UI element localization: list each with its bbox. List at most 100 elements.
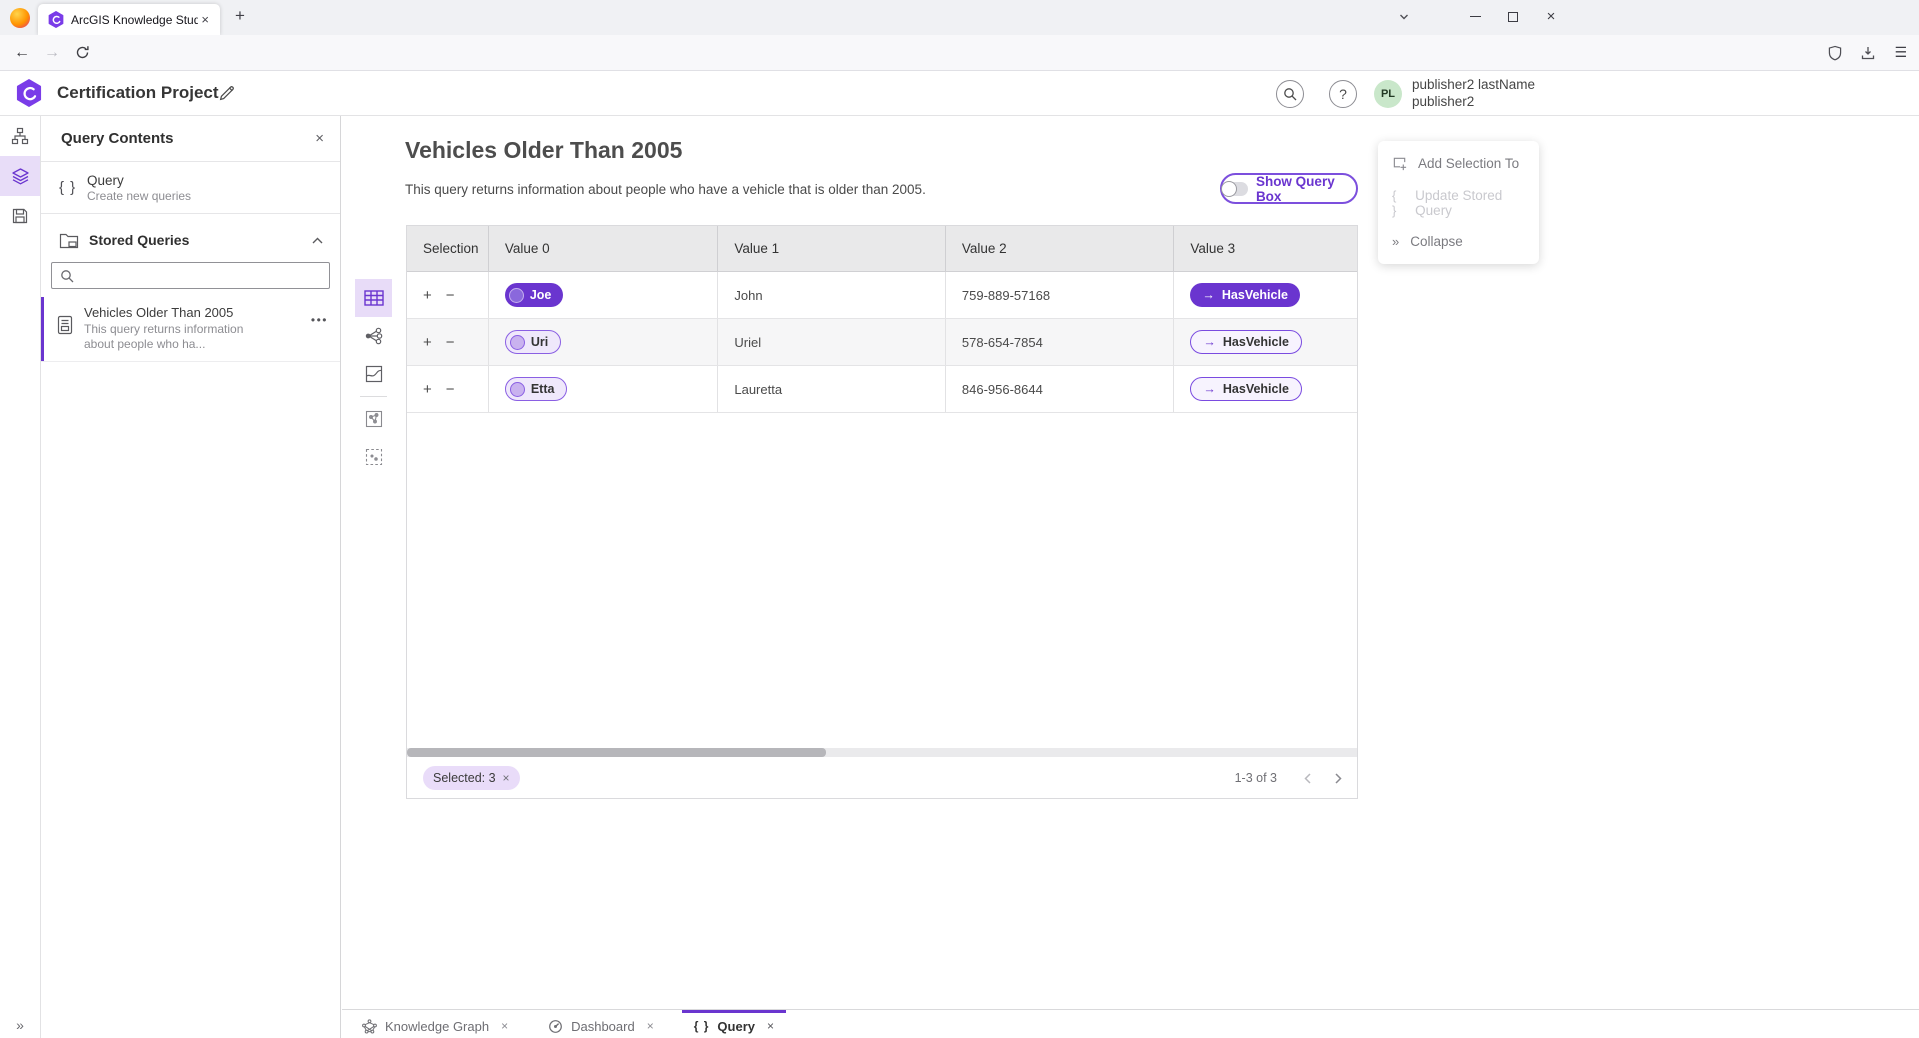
column-header-value1[interactable]: Value 1: [718, 226, 946, 271]
expand-rail-button[interactable]: »: [0, 1017, 40, 1033]
map-view-button[interactable]: [355, 355, 392, 393]
more-options-icon[interactable]: •••: [311, 313, 328, 327]
browser-tab[interactable]: ArcGIS Knowledge Studio ×: [38, 4, 220, 35]
clear-selection-icon[interactable]: ×: [503, 771, 510, 785]
entity-pill[interactable]: Joe: [505, 283, 564, 307]
window-close-button[interactable]: ×: [1532, 0, 1570, 33]
entity-pill[interactable]: Uri: [505, 330, 561, 354]
reload-button[interactable]: [68, 35, 96, 70]
edit-pencil-icon[interactable]: [218, 85, 235, 102]
new-tab-button[interactable]: +: [228, 6, 252, 26]
user-secondary: publisher2: [1412, 94, 1535, 111]
stored-queries-header[interactable]: Stored Queries: [41, 224, 340, 256]
cell-value2[interactable]: 578-654-7854: [946, 319, 1175, 365]
panel-close-icon[interactable]: ×: [315, 130, 324, 147]
window-maximize-button[interactable]: [1494, 0, 1532, 33]
knowledge-graph-icon: [362, 1019, 377, 1034]
tab-close-icon[interactable]: ×: [198, 12, 212, 27]
help-button[interactable]: ?: [1329, 80, 1357, 108]
cell-value1[interactable]: John: [718, 272, 946, 318]
horizontal-scrollbar[interactable]: [407, 748, 1357, 757]
add-to-selection-icon[interactable]: +: [423, 287, 432, 304]
remove-from-selection-icon[interactable]: −: [446, 334, 455, 351]
cell-value2[interactable]: 846-956-8644: [946, 366, 1175, 412]
stored-query-item[interactable]: Vehicles Older Than 2005 This query retu…: [41, 297, 340, 362]
window-minimize-button[interactable]: [1456, 0, 1494, 33]
left-action-rail: »: [0, 116, 41, 1038]
stored-query-description: This query returns information about peo…: [84, 322, 262, 351]
table-row[interactable]: +− Joe John 759-889-57168 →HasVehicle: [407, 272, 1357, 319]
table-icon: [364, 290, 384, 306]
remove-from-selection-icon[interactable]: −: [446, 381, 455, 398]
graph-selection-button[interactable]: [355, 400, 392, 438]
menu-hamburger-icon[interactable]: ☰: [1894, 44, 1907, 61]
column-header-value2[interactable]: Value 2: [946, 226, 1175, 271]
entity-pill[interactable]: Etta: [505, 377, 568, 401]
app-header: Certification Project ? PL publisher2 la…: [0, 71, 1919, 116]
next-page-icon[interactable]: [1334, 772, 1343, 785]
tab-query[interactable]: { } Query ×: [682, 1010, 786, 1038]
chevron-up-icon[interactable]: [311, 236, 324, 245]
relationship-pill[interactable]: →HasVehicle: [1190, 377, 1302, 401]
relationship-pill[interactable]: →HasVehicle: [1190, 283, 1300, 307]
table-row[interactable]: +− Uri Uriel 578-654-7854 →HasVehicle: [407, 319, 1357, 366]
browser-navbar: ← → https://dev0028833.esri.com/portal/a…: [0, 35, 1919, 71]
protections-shield-icon[interactable]: [1828, 45, 1842, 61]
contents-button[interactable]: [0, 156, 40, 196]
column-header-value3[interactable]: Value 3: [1174, 226, 1357, 271]
dashboard-gauge-icon: [548, 1019, 563, 1034]
double-chevron-icon: »: [1392, 234, 1400, 249]
tabs-list-chevron-icon[interactable]: [1398, 11, 1410, 23]
add-to-selection-icon[interactable]: +: [423, 381, 432, 398]
braces-icon: { }: [694, 1019, 710, 1033]
table-view-button[interactable]: [355, 279, 392, 317]
tab-knowledge-graph[interactable]: Knowledge Graph ×: [350, 1010, 520, 1038]
tab-close-icon[interactable]: ×: [647, 1019, 654, 1033]
entity-dot-icon: [510, 382, 525, 397]
question-mark-icon: ?: [1339, 86, 1347, 102]
cell-value1[interactable]: Uriel: [718, 319, 946, 365]
tab-close-icon[interactable]: ×: [501, 1019, 508, 1033]
search-button[interactable]: [1276, 80, 1304, 108]
add-selection-to-item[interactable]: Add Selection To: [1378, 144, 1539, 183]
data-model-button[interactable]: [0, 116, 40, 156]
show-query-box-toggle[interactable]: Show Query Box: [1220, 173, 1358, 204]
stored-queries-search-input[interactable]: [51, 262, 330, 289]
select-tool-button[interactable]: [355, 438, 392, 476]
scrollbar-thumb[interactable]: [407, 748, 826, 757]
share-nodes-icon: [365, 327, 383, 345]
entity-dot-icon: [509, 288, 524, 303]
remove-from-selection-icon[interactable]: −: [446, 287, 455, 304]
avatar[interactable]: PL: [1374, 80, 1402, 108]
cell-value2[interactable]: 759-889-57168: [946, 272, 1175, 318]
previous-page-icon[interactable]: [1303, 772, 1312, 785]
toggle-switch[interactable]: [1222, 182, 1248, 196]
link-chart-view-button[interactable]: [355, 317, 392, 355]
table-row[interactable]: +− Etta Lauretta 846-956-8644 →HasVehicl…: [407, 366, 1357, 413]
folder-icon: [59, 232, 79, 249]
add-selection-icon: [1392, 156, 1408, 172]
column-header-value0[interactable]: Value 0: [489, 226, 719, 271]
add-to-selection-icon[interactable]: +: [423, 334, 432, 351]
back-button[interactable]: ←: [8, 35, 36, 70]
collapse-item[interactable]: » Collapse: [1378, 222, 1539, 261]
selection-action-menu: Add Selection To { } Update Stored Query…: [1378, 141, 1539, 264]
tab-dashboard[interactable]: Dashboard ×: [536, 1010, 666, 1038]
graph-in-box-icon: [365, 410, 383, 428]
query-item[interactable]: { } Query Create new queries: [41, 162, 340, 214]
selected-count-chip[interactable]: Selected: 3 ×: [423, 766, 520, 790]
user-name: publisher2 lastName: [1412, 77, 1535, 94]
stored-queries-title: Stored Queries: [89, 232, 311, 248]
column-header-selection[interactable]: Selection: [407, 226, 489, 271]
stored-query-title: Vehicles Older Than 2005: [84, 305, 311, 320]
firefox-icon[interactable]: [10, 8, 30, 28]
relationship-pill[interactable]: →HasVehicle: [1190, 330, 1302, 354]
browser-titlebar: ArcGIS Knowledge Studio × + ×: [0, 0, 1919, 35]
save-to-library-icon[interactable]: [1860, 45, 1876, 61]
map-icon: [365, 365, 383, 383]
cell-value1[interactable]: Lauretta: [718, 366, 946, 412]
query-viewer: Vehicles Older Than 2005 This query retu…: [342, 116, 1919, 1038]
tab-close-icon[interactable]: ×: [767, 1019, 774, 1033]
save-button[interactable]: [0, 196, 40, 236]
user-name-block[interactable]: publisher2 lastName publisher2: [1412, 77, 1535, 110]
